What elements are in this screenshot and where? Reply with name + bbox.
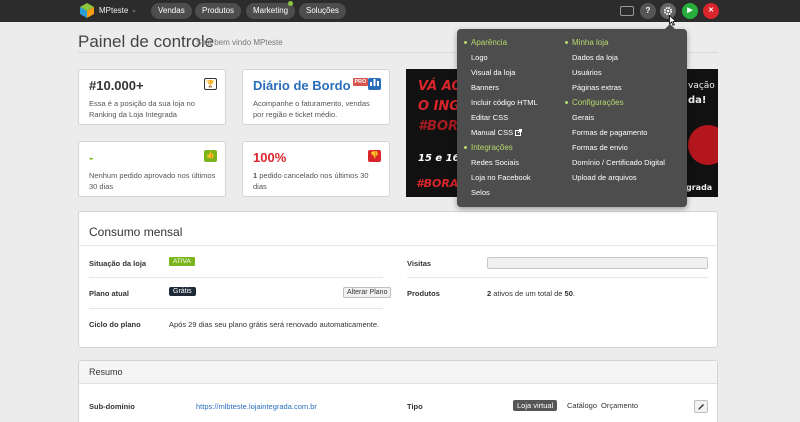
cancelled-desc: pedido cancelado nos últimos 30 dias — [253, 171, 369, 191]
monitor-icon[interactable] — [620, 6, 634, 16]
banner-line-1: VÁ AO — [418, 79, 463, 94]
panel-divider — [79, 245, 719, 246]
resumo-title: Resumo — [89, 367, 123, 377]
chevron-down-icon[interactable]: ⌄ — [131, 6, 137, 14]
menu-head-integracoes: Integrações — [464, 143, 538, 158]
mouse-cursor-icon — [669, 15, 677, 26]
menu-item-upload-arquivos[interactable]: Upload de arquivos — [565, 173, 665, 188]
menu-item-redes-sociais[interactable]: Redes Sociais — [464, 158, 538, 173]
tipo-option-orcamento[interactable]: Orçamento — [597, 400, 642, 411]
approved-text: Nenhum pedido aprovado nos últimos 30 di… — [89, 171, 216, 191]
page-subtitle: Seja bem vindo MPteste — [196, 38, 283, 47]
menu-head-minha-loja: Minha loja — [565, 38, 665, 53]
tipo-option-loja-virtual[interactable]: Loja virtual — [513, 400, 558, 411]
row-divider — [407, 277, 708, 278]
diario-title-text: Diário de Bordo — [253, 78, 351, 93]
logo-icon[interactable] — [80, 3, 94, 18]
cancelled-value: 100% — [253, 150, 287, 165]
menu-head-aparencia: Aparência — [464, 38, 538, 53]
plano-label: Plano atual — [89, 289, 130, 298]
store-name[interactable]: MPteste — [99, 6, 128, 15]
subdominio-link[interactable]: https://mlbteste.lojaintegrada.com.br — [196, 402, 317, 411]
banner-right-3: grada — [686, 183, 713, 192]
banner-circle — [688, 125, 718, 165]
bar-chart-icon — [368, 78, 381, 90]
menu-item-usuarios[interactable]: Usuários — [565, 68, 665, 83]
menu-item-logo[interactable]: Logo — [464, 53, 538, 68]
consumo-title: Consumo mensal — [89, 225, 183, 239]
visitas-label: Visitas — [407, 259, 432, 268]
menu-item-formas-pagamento[interactable]: Formas de pagamento — [565, 128, 665, 143]
diario-text: Acompanhe o faturamento, vendas por regi… — [253, 99, 370, 119]
banner-right-1: vação — [688, 81, 715, 91]
produtos-end: . — [572, 289, 575, 298]
resumo-panel: Resumo Sub-domínio https://mlbteste.loja… — [78, 360, 718, 422]
approved-value: - — [89, 150, 94, 165]
thumbs-down-icon: 👎 — [368, 150, 381, 162]
trophy-icon: 🏆 — [204, 78, 217, 90]
thumbs-up-icon: 👍 — [204, 150, 217, 162]
row-divider — [89, 277, 383, 278]
menu-item-dominio[interactable]: Domínio / Certificado Digital — [565, 158, 665, 173]
subdominio-label: Sub-domínio — [89, 402, 135, 411]
menu-item-gerais[interactable]: Gerais — [565, 113, 665, 128]
consumo-panel: Consumo mensal Situação da loja ATIVA Vi… — [78, 211, 719, 348]
ciclo-value: Após 29 dias seu plano grátis será renov… — [169, 320, 380, 329]
menu-item-visual-da-loja[interactable]: Visual da loja — [464, 68, 538, 83]
situacao-label: Situação da loja — [89, 259, 147, 268]
menu-item-manual-css-label: Manual CSS — [471, 128, 514, 137]
top-bar: MPteste ⌄ Vendas Produtos Marketing Solu… — [0, 0, 800, 22]
menu-item-banners[interactable]: Banners — [464, 83, 538, 98]
produtos-mid: ativos de um total de — [491, 289, 565, 298]
menu-item-manual-css[interactable]: Manual CSS — [464, 128, 538, 143]
edit-icon[interactable] — [694, 400, 708, 413]
menu-item-selos[interactable]: Selos — [464, 188, 538, 203]
ranking-value: #10.000+ — [89, 78, 144, 93]
row-divider — [89, 308, 383, 309]
help-icon[interactable]: ? — [640, 3, 656, 19]
alterar-plano-button[interactable]: Alterar Plano — [343, 287, 392, 298]
page-title: Painel de controle — [78, 32, 215, 51]
cancelled-text: 1 pedido cancelado nos últimos 30 dias — [253, 170, 381, 192]
nav-produtos[interactable]: Produtos — [195, 3, 242, 19]
visitas-progress — [487, 257, 708, 269]
diario-title: Diário de Bordo PRO — [253, 78, 369, 93]
menu-head-configuracoes: Configurações — [565, 98, 665, 113]
menu-item-formas-envio[interactable]: Formas de envio — [565, 143, 665, 158]
cancelled-card[interactable]: 100% 👎 1 pedido cancelado nos últimos 30… — [242, 141, 390, 197]
ranking-text: Essa é a posição da sua loja no Ranking … — [89, 99, 195, 119]
produtos-value: 2 ativos de um total de 50. — [487, 289, 575, 298]
resumo-header — [79, 361, 717, 384]
nav-solucoes[interactable]: Soluções — [299, 3, 346, 19]
menu-column-2: Minha loja Dados da loja Usuários Página… — [565, 38, 665, 188]
produtos-total: 50 — [564, 289, 573, 298]
pro-badge: PRO — [352, 78, 369, 86]
tipo-option-catalogo[interactable]: Catálogo — [563, 400, 601, 411]
produtos-label: Produtos — [407, 289, 440, 298]
banner-right-2: da! — [688, 95, 707, 106]
ranking-card[interactable]: #10.000+ 🏆 Essa é a posição da sua loja … — [78, 69, 226, 125]
tipo-label: Tipo — [407, 402, 423, 411]
notification-dot — [288, 1, 294, 6]
menu-item-incluir-html[interactable]: Incluir código HTML — [464, 98, 538, 113]
external-link-icon — [515, 129, 523, 136]
menu-item-editar-css[interactable]: Editar CSS — [464, 113, 538, 128]
plano-badge: Grátis — [169, 287, 196, 296]
menu-item-paginas-extras[interactable]: Páginas extras — [565, 83, 665, 98]
approved-card[interactable]: - 👍 Nenhum pedido aprovado nos últimos 3… — [78, 141, 226, 197]
nav-marketing[interactable]: Marketing — [246, 1, 296, 19]
close-icon[interactable]: ✕ — [703, 3, 719, 19]
status-badge: ATIVA — [169, 257, 195, 266]
settings-menu: Aparência Logo Visual da loja Banners In… — [457, 29, 687, 207]
menu-item-dados-da-loja[interactable]: Dados da loja — [565, 53, 665, 68]
diario-card[interactable]: Diário de Bordo PRO Acompanhe o faturamen… — [242, 69, 390, 125]
nav-vendas[interactable]: Vendas — [151, 3, 192, 19]
nav-marketing-label: Marketing — [253, 6, 289, 15]
ciclo-label: Ciclo do plano — [89, 320, 141, 329]
menu-column-1: Aparência Logo Visual da loja Banners In… — [464, 38, 538, 203]
play-icon[interactable]: ▶ — [682, 3, 698, 19]
menu-item-loja-facebook[interactable]: Loja no Facebook — [464, 173, 538, 188]
